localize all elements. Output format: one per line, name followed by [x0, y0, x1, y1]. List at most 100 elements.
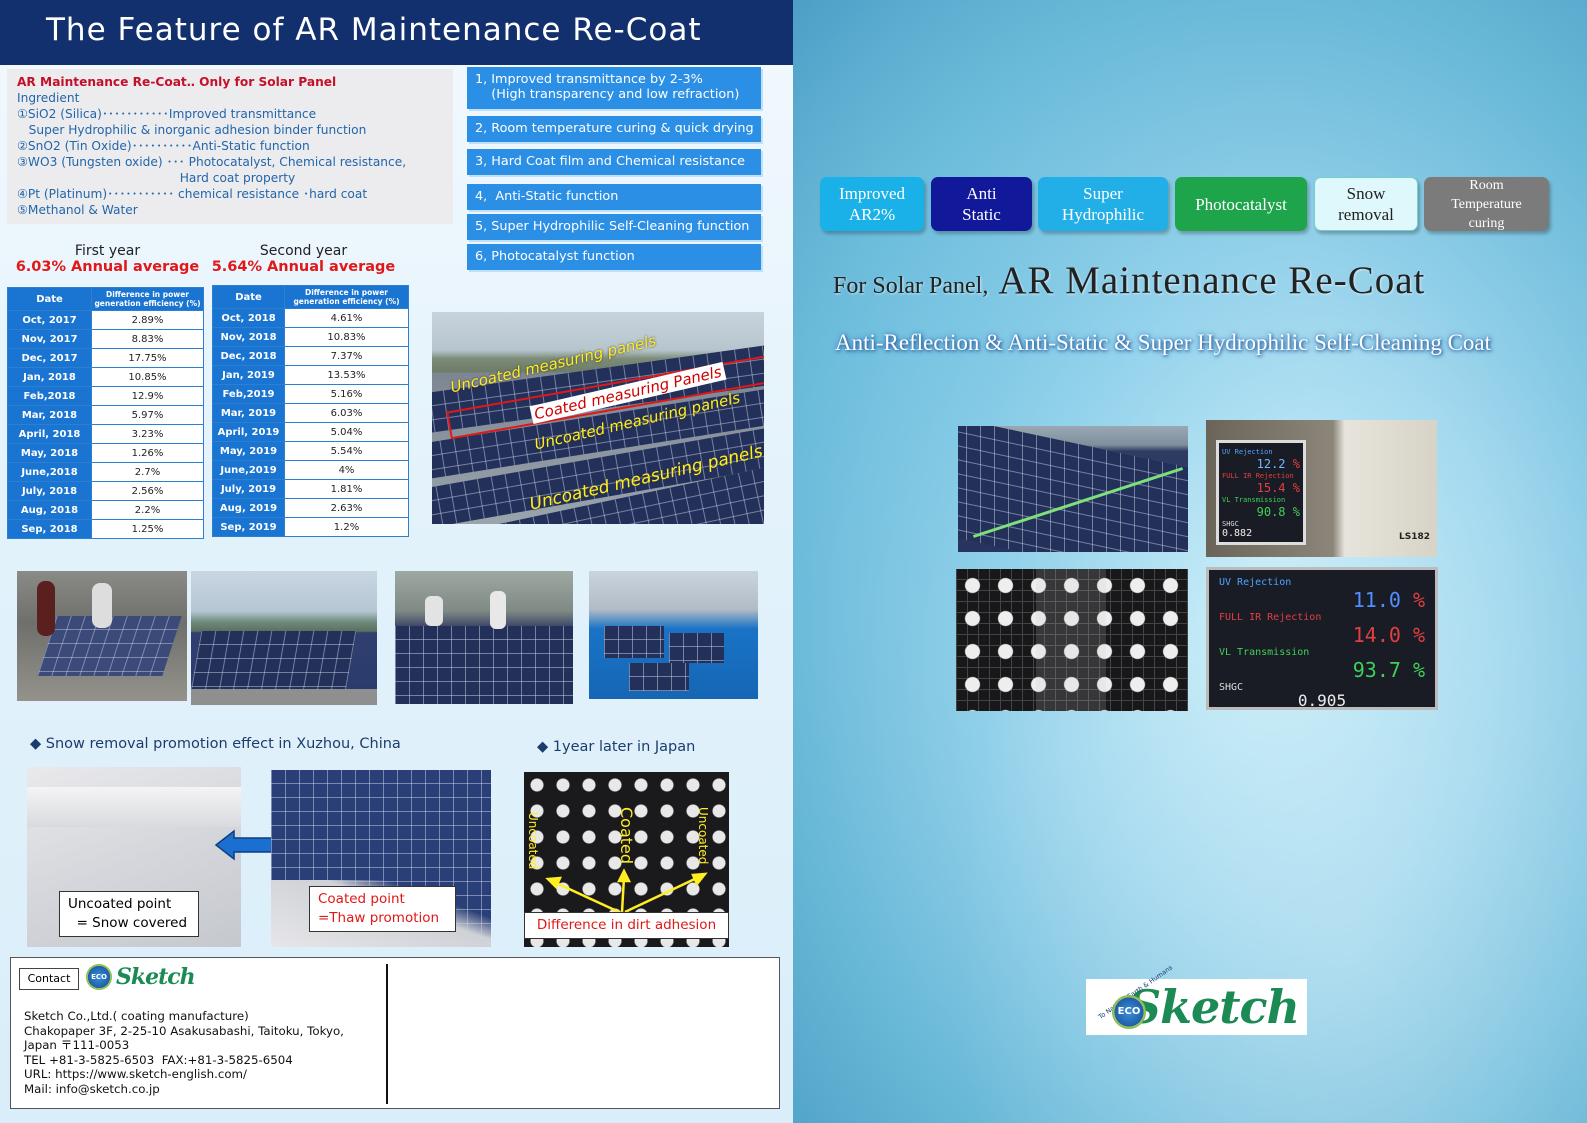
date-cell: Dec, 2018 — [212, 346, 285, 366]
ingredients-box: AR Maintenance Re-Coat‥ Only for Solar P… — [7, 69, 453, 224]
date-cell: April, 2019 — [212, 422, 285, 442]
date-cell: July, 2018 — [7, 481, 92, 501]
cover-meter-photo-1: UV Rejection 12.2 % FULL IR Rejection 15… — [1206, 420, 1437, 557]
right-page — [793, 0, 1587, 1123]
date-cell: May, 2019 — [212, 441, 285, 461]
ingredient-line: ①SiO2 (Silica)･･･････････Improved transm… — [17, 107, 317, 121]
left-page: The Feature of AR Maintenance Re-Coat AR… — [0, 0, 793, 1123]
chip-photocatalyst: Photocatalyst — [1175, 177, 1307, 231]
table-row: April, 2019 5.04% — [212, 422, 409, 442]
chip-label: Anti Static — [962, 184, 1001, 224]
ingredient-line: ③WO3 (Tungsten oxide) ･･･ Photocatalyst,… — [17, 155, 407, 169]
table-row: Aug, 2019 2.63% — [212, 498, 409, 518]
unit: % — [1292, 505, 1300, 519]
difference-cell: 5.54% — [284, 441, 409, 461]
ingredients-title: AR Maintenance Re-Coat‥ Only for Solar P… — [17, 75, 337, 89]
feature-6: 6, Photocatalyst function — [467, 244, 761, 270]
contact-box: Contact ECO Sketch Sketch Co.,Ltd.( coat… — [10, 957, 780, 1109]
eco-globe-icon: ECO — [86, 964, 112, 990]
table-row: Sep, 2019 1.2% — [212, 517, 409, 537]
year2-average: 5.64% Annual average — [211, 259, 396, 275]
table-row: Oct, 2018 4.61% — [212, 308, 409, 328]
cover-subtitle: Anti-Reflection & Anti-Static & Super Hy… — [835, 330, 1492, 355]
table-row: Feb,2019 5.16% — [212, 384, 409, 404]
difference-cell: 2.7% — [91, 462, 204, 482]
contact-label: Contact — [19, 968, 79, 990]
divider — [386, 964, 388, 1104]
chip-label: Improved AR2% — [838, 184, 906, 224]
chip-label: Photocatalyst — [1195, 194, 1287, 214]
unit: % — [1412, 658, 1425, 682]
cover-title: For Solar Panel, AR Maintenance Re-Coat — [833, 258, 1425, 303]
cover-title-main: AR Maintenance Re-Coat — [998, 259, 1426, 302]
ingredient-line: Hard coat property — [17, 171, 296, 185]
ir-label: FULL IR Rejection — [1222, 472, 1294, 480]
chip-label: Room Temperature curing — [1451, 177, 1522, 231]
dirt-caption: Difference in dirt adhesion — [524, 912, 729, 939]
date-cell: Aug, 2018 — [7, 500, 92, 520]
shgc-value: 0.905 — [1297, 691, 1347, 710]
brand-name: Sketch — [116, 964, 196, 990]
uv-value: 12.2 — [1256, 457, 1286, 471]
difference-cell: 2.2% — [91, 500, 204, 520]
col-diff: Difference in power generation efficienc… — [91, 287, 204, 311]
date-cell: May, 2018 — [7, 443, 92, 463]
date-cell: Mar, 2019 — [212, 403, 285, 423]
difference-cell: 17.75% — [91, 348, 204, 368]
difference-cell: 6.03% — [284, 403, 409, 423]
unit: % — [1412, 588, 1425, 612]
feature-4: 4, Anti-Static function — [467, 184, 761, 210]
date-cell: April, 2018 — [7, 424, 92, 444]
ingredient-line: ⑤Methanol & Water — [17, 203, 138, 217]
field-test-photo: Uncoated measuring panels Coated measuri… — [432, 312, 764, 524]
feature-1: 1, Improved transmittance by 2-3% (High … — [467, 67, 761, 109]
table-row: June,2019 4% — [212, 460, 409, 480]
col-date: Date — [212, 285, 285, 309]
difference-cell: 2.89% — [91, 310, 204, 330]
table-row: May, 2018 1.26% — [7, 443, 204, 463]
table-row: April, 2018 3.23% — [7, 424, 204, 444]
difference-cell: 5.16% — [284, 384, 409, 404]
date-cell: June,2019 — [212, 460, 285, 480]
table-row: Sep, 2018 1.25% — [7, 519, 204, 539]
ingredient-line: ④Pt (Platinum)･･･････････ chemical resis… — [17, 187, 368, 201]
vl-value: 93.7 — [1352, 658, 1401, 682]
eco-globe-icon: ECO — [1112, 995, 1146, 1029]
application-photo — [191, 571, 377, 705]
date-cell: June,2018 — [7, 462, 92, 482]
ingredient-line: Ingredient — [17, 91, 80, 105]
difference-cell: 2.56% — [91, 481, 204, 501]
ingredient-line: Super Hydrophilic & inorganic adhesion b… — [17, 123, 367, 137]
date-cell: Sep, 2019 — [212, 517, 285, 537]
meter-model: LS182 — [1399, 532, 1431, 542]
difference-cell: 2.63% — [284, 498, 409, 518]
feature-2: 2, Room temperature curing & quick dryin… — [467, 116, 761, 142]
year2-heading: Second year 5.64% Annual average — [206, 243, 401, 275]
ir-value: 14.0 — [1352, 623, 1401, 647]
table-row: July, 2018 2.56% — [7, 481, 204, 501]
unit: % — [1292, 457, 1300, 471]
difference-cell: 8.83% — [91, 329, 204, 349]
year1-label: First year — [74, 243, 141, 259]
efficiency-table-year2: Date Difference in power generation effic… — [212, 285, 409, 537]
difference-cell: 10.85% — [91, 367, 204, 387]
contact-info: Sketch Co.,Ltd.( coating manufacture) Ch… — [24, 1009, 344, 1096]
small-company-logo: ECO Sketch — [86, 964, 196, 990]
difference-cell: 3.23% — [91, 424, 204, 444]
col-diff: Difference in power generation efficienc… — [284, 285, 409, 309]
date-cell: Feb,2019 — [212, 384, 285, 404]
date-cell: Jan, 2019 — [212, 365, 285, 385]
difference-cell: 5.97% — [91, 405, 204, 425]
application-photo — [589, 571, 758, 699]
shgc-value: 0.882 — [1222, 528, 1253, 539]
cover-panel-photo — [958, 426, 1188, 552]
difference-cell: 12.9% — [91, 386, 204, 406]
date-cell: July, 2019 — [212, 479, 285, 499]
table-row: June,2018 2.7% — [7, 462, 204, 482]
uncoated-caption: Uncoated point = Snow covered — [59, 891, 199, 937]
uv-label: UV Rejection — [1222, 448, 1273, 456]
brand-name: Sketch — [1127, 980, 1300, 1034]
ingredient-line: ②SnO2 (Tin Oxide)･･････････Anti-Static f… — [17, 139, 310, 153]
table-row: Jan, 2019 13.53% — [212, 365, 409, 385]
table-row: Dec, 2018 7.37% — [212, 346, 409, 366]
